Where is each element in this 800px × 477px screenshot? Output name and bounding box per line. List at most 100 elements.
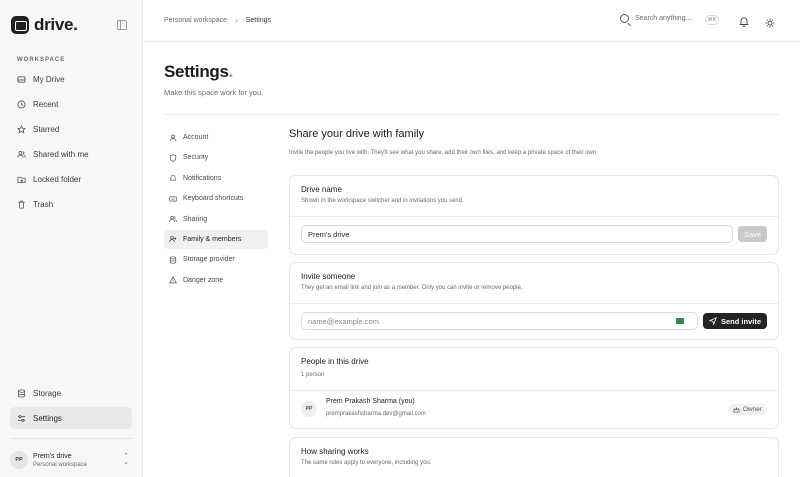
settings-nav-label: Account bbox=[183, 134, 209, 141]
search-button[interactable]: Search anything... bbox=[620, 14, 691, 23]
sidebar-item-trash[interactable]: Trash bbox=[10, 193, 132, 215]
settings-nav-label: Security bbox=[183, 154, 209, 162]
sidebar-item-recent[interactable]: Recent bbox=[10, 93, 132, 115]
sidebar-item-shared-with-me[interactable]: Shared with me bbox=[10, 143, 132, 165]
card-title: People in this drive bbox=[301, 357, 369, 366]
warning-icon bbox=[169, 276, 177, 284]
settings-nav-label: Keyboard shortcuts bbox=[183, 195, 244, 203]
sidebar-item-label: My Drive bbox=[33, 74, 65, 84]
users-icon bbox=[17, 150, 26, 159]
save-button[interactable]: Save bbox=[738, 226, 767, 242]
page-title: Settings. bbox=[164, 62, 234, 81]
people-card: People in this drive 1 person PP Prem Pr… bbox=[289, 347, 779, 429]
users-icon bbox=[169, 215, 177, 223]
sidebar-item-my-drive[interactable]: My Drive bbox=[10, 68, 132, 90]
drive-logo-icon bbox=[11, 16, 29, 34]
sidebar-bottom-nav: Storage Settings bbox=[10, 382, 132, 432]
settings-nav-account[interactable]: Account bbox=[164, 128, 268, 147]
breadcrumb-item-current: Settings bbox=[245, 17, 271, 24]
settings-nav-storage-provider[interactable]: Storage provider bbox=[164, 250, 268, 269]
crown-icon bbox=[733, 406, 740, 412]
member-email: premprakashsharma.dev@gmail.com bbox=[326, 411, 426, 417]
sidebar-item-label: Shared with me bbox=[33, 149, 89, 159]
settings-nav-keyboard-shortcuts[interactable]: Keyboard shortcuts bbox=[164, 189, 268, 208]
sidebar-item-settings[interactable]: Settings bbox=[10, 407, 132, 429]
email-invite-input[interactable]: name@example.com bbox=[301, 312, 698, 330]
settings-nav-label: Danger zone bbox=[183, 276, 224, 284]
sidebar-item-label: Starred bbox=[33, 124, 60, 134]
account-text: Prem's drive Personal workspace bbox=[33, 453, 87, 468]
section-title: Share your drive with family bbox=[289, 128, 425, 140]
sidebar-item-storage[interactable]: Storage bbox=[10, 382, 132, 404]
drive-name-input[interactable]: Prem's drive bbox=[301, 225, 733, 243]
page-divider bbox=[164, 114, 779, 115]
how-sharing-works-card: How sharing works The same rules apply t… bbox=[289, 437, 779, 477]
sidebar-item-starred[interactable]: Starred bbox=[10, 118, 132, 140]
page-subtitle: Make this space work for you. bbox=[164, 88, 264, 97]
shortcut-badge: ⌘K bbox=[705, 15, 719, 25]
card-divider bbox=[290, 303, 778, 304]
sidebar-divider bbox=[10, 438, 132, 439]
card-divider bbox=[290, 216, 778, 217]
settings-nav-label: Storage provider bbox=[183, 256, 235, 264]
theme-toggle-sun-icon[interactable] bbox=[765, 15, 775, 28]
password-manager-icon[interactable] bbox=[676, 318, 684, 324]
avatar: PP bbox=[301, 401, 317, 417]
account-name: Prem's drive bbox=[33, 452, 72, 460]
user-plus-icon bbox=[169, 235, 177, 243]
role-badge: Owner bbox=[727, 404, 767, 415]
member-name: Prem Prakash Sharma (you) bbox=[326, 398, 415, 405]
database-icon bbox=[17, 388, 26, 398]
card-divider bbox=[290, 390, 778, 391]
settings-nav-security[interactable]: Security bbox=[164, 148, 268, 167]
workspace-section-label: WORKSPACE bbox=[17, 57, 66, 63]
trash-icon bbox=[17, 200, 26, 209]
lock-folder-icon bbox=[17, 175, 26, 184]
family-section-header: Share your drive with family Invite the … bbox=[289, 128, 779, 156]
settings-nav-label: Notifications bbox=[183, 174, 222, 182]
settings-nav-danger-zone[interactable]: Danger zone bbox=[164, 271, 268, 290]
settings-nav-sharing[interactable]: Sharing bbox=[164, 210, 268, 229]
send-invite-label: Send invite bbox=[720, 316, 761, 326]
breadcrumb-item-workspace[interactable]: Personal workspace bbox=[164, 17, 227, 24]
shield-icon bbox=[169, 154, 177, 162]
app-name: drive. bbox=[34, 15, 78, 34]
sidebar-item-locked-folder[interactable]: Locked folder bbox=[10, 168, 132, 190]
drive-icon bbox=[17, 75, 26, 84]
send-invite-button[interactable]: Send invite bbox=[703, 313, 767, 329]
star-icon bbox=[17, 124, 26, 134]
sidebar-item-label: Trash bbox=[33, 199, 54, 209]
logo[interactable]: drive. bbox=[11, 15, 78, 35]
notifications-bell-icon[interactable] bbox=[739, 14, 749, 27]
section-subtitle: Invite the people you live with. They'll… bbox=[289, 150, 598, 156]
collapse-sidebar-icon[interactable] bbox=[117, 20, 127, 30]
bell-icon bbox=[169, 174, 177, 182]
settings-nav-notifications[interactable]: Notifications bbox=[164, 169, 268, 188]
settings-nav: Account Security Notifications Keyboard … bbox=[164, 128, 268, 291]
card-title: Invite someone bbox=[301, 272, 356, 281]
account-subtitle: Personal workspace bbox=[33, 461, 88, 468]
sidebar-item-label: Storage bbox=[33, 388, 62, 398]
breadcrumb: Personal workspace › Settings bbox=[164, 16, 271, 25]
database-icon bbox=[169, 256, 177, 264]
settings-nav-label: Family & members bbox=[183, 235, 242, 243]
role-label: Owner bbox=[742, 406, 762, 413]
sliders-icon bbox=[17, 414, 26, 423]
card-title: Drive name bbox=[301, 185, 342, 194]
people-count: 1 person bbox=[301, 372, 325, 378]
clock-icon bbox=[17, 99, 26, 109]
settings-nav-family-members[interactable]: Family & members bbox=[164, 229, 268, 249]
card-description: The same rules apply to everyone, includ… bbox=[301, 460, 432, 466]
drive-name-card: Drive name Shown in the workspace switch… bbox=[289, 175, 779, 255]
search-icon bbox=[620, 14, 629, 23]
invite-card: Invite someone They get an email link an… bbox=[289, 262, 779, 340]
card-description: Shown in the workspace switcher and in i… bbox=[301, 198, 464, 204]
sidebar-nav: My Drive Recent Starred Shared with me L… bbox=[10, 68, 132, 218]
account-switcher[interactable]: PP Prem's drive Personal workspace ⌃ ⌄ bbox=[10, 448, 132, 472]
keyboard-icon bbox=[169, 195, 177, 203]
card-description: They get an email link and join as a mem… bbox=[301, 285, 523, 291]
send-icon bbox=[708, 317, 717, 325]
chevron-up-down-icon: ⌃ ⌄ bbox=[123, 453, 129, 466]
sidebar-item-label: Settings bbox=[33, 413, 62, 423]
chevron-right-icon: › bbox=[235, 16, 238, 25]
